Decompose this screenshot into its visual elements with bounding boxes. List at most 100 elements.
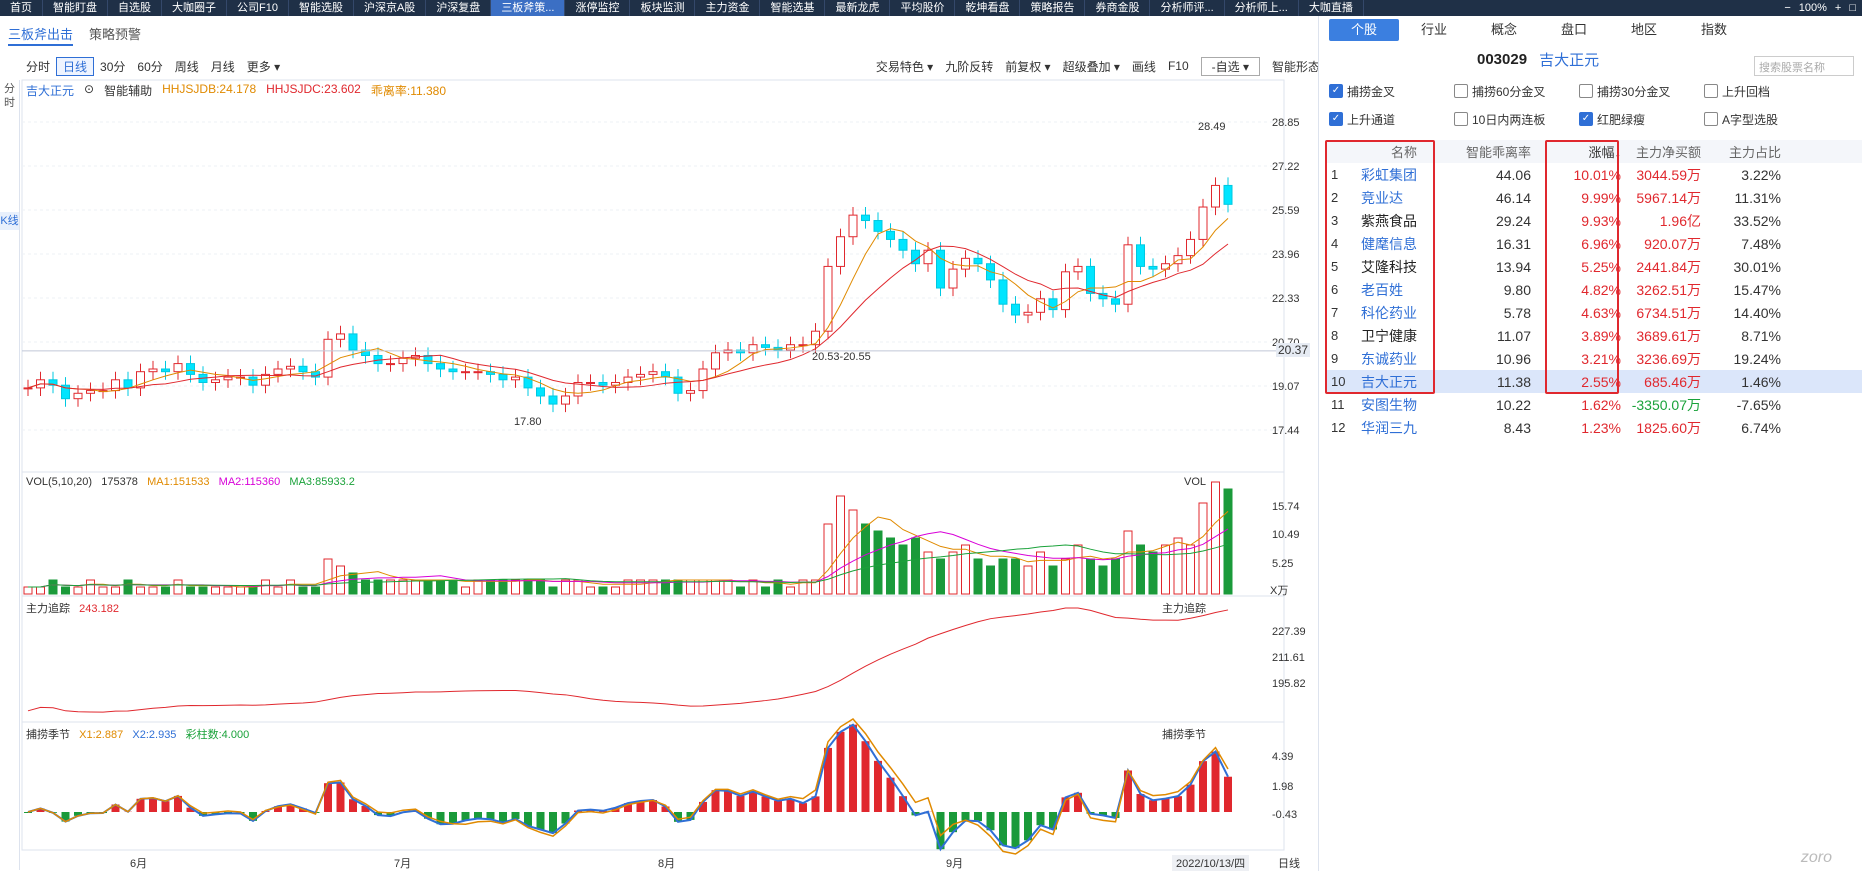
window-controls[interactable]: −100% + □ (1778, 0, 1862, 16)
volume-bar (1148, 551, 1158, 595)
season-bar (1174, 796, 1182, 812)
volume-bar (1036, 551, 1045, 595)
season-bar (161, 801, 170, 812)
season-bar (749, 791, 757, 812)
volume-bar (598, 586, 608, 595)
candle-body (1023, 311, 1033, 316)
high-price-label: 28.49 (1198, 121, 1226, 133)
stock-name-label: 吉大正元 (26, 84, 75, 98)
volume-bar (48, 579, 58, 595)
filter-item[interactable]: 捕捞30分金叉 (1579, 80, 1704, 102)
plus-icon[interactable]: + (1835, 0, 1841, 16)
volume-bar (86, 579, 95, 595)
volume-bar (1061, 558, 1070, 595)
candle-body (711, 352, 720, 370)
checkbox-icon[interactable]: ✓ (1329, 84, 1343, 98)
stock-search-input[interactable]: 搜索股票名称 (1754, 56, 1854, 76)
right-tab[interactable]: 行业 (1399, 19, 1469, 41)
filter-item[interactable]: ✓ 上升通道 (1329, 108, 1454, 130)
volume-bar (1073, 544, 1083, 595)
table-row[interactable]: 11 安图生物 10.22 1.62% -3350.07万 -7.65% (1325, 393, 1862, 416)
season-tag: 捕捞季节 (1162, 729, 1206, 741)
checkbox-icon[interactable]: ✓ (1579, 112, 1593, 126)
filter-item[interactable]: 10日内两连板 (1454, 108, 1579, 130)
name-column-highlight (1325, 140, 1435, 394)
kline-y-tick: 27.22 (1272, 161, 1300, 173)
season-x2: X2:2.935 (132, 729, 177, 741)
filter-item[interactable]: A字型选股 (1704, 108, 1829, 130)
volume-bar (423, 579, 433, 595)
kline-y-tick: 28.85 (1272, 117, 1300, 129)
hhjsdb-label: HHJSJDB:24.178 (162, 82, 257, 96)
volume-bar (486, 579, 495, 595)
season-bar (1136, 794, 1145, 812)
checkbox-icon[interactable] (1579, 84, 1593, 98)
right-tab[interactable]: 概念 (1469, 19, 1539, 41)
stock-name[interactable]: 吉大正元 (1539, 49, 1599, 70)
filter-item[interactable]: 捕捞60分金叉 (1454, 80, 1579, 102)
right-tab[interactable]: 指数 (1679, 19, 1749, 41)
minus-icon[interactable]: − (1784, 0, 1790, 16)
mainforce-y-tick: 227.39 (1272, 626, 1306, 638)
volume-bar (248, 586, 258, 595)
volume-bar (436, 579, 445, 595)
restore-icon[interactable]: □ (1849, 0, 1856, 16)
table-row[interactable]: 12 华润三九 8.43 1.23% 1825.60万 6.74% (1325, 416, 1862, 439)
volume-bar (123, 579, 133, 595)
checkbox-icon[interactable] (1704, 84, 1718, 98)
vol-ma1: MA1:151533 (147, 476, 210, 488)
volume-bar (1223, 488, 1233, 595)
volume-bar (348, 572, 358, 595)
volume-bar (848, 509, 858, 595)
candle-body (286, 365, 295, 370)
season-bar (536, 812, 545, 830)
candle-body (248, 376, 258, 386)
volume-bar (61, 586, 70, 595)
candle-body (348, 333, 358, 351)
checkbox-icon[interactable]: ✓ (1329, 112, 1343, 126)
volume-bar (273, 586, 283, 595)
volume-bar (511, 579, 520, 595)
volume-bar (136, 586, 145, 595)
volume-bar (161, 586, 170, 595)
dropdown-icon[interactable]: ⊙ (84, 82, 94, 99)
filter-item[interactable]: ✓ 红肥绿瘦 (1579, 108, 1704, 130)
season-bar (874, 760, 882, 812)
volume-bar (548, 586, 558, 595)
filter-item[interactable]: 上升回档 (1704, 80, 1829, 102)
volume-bar (73, 586, 83, 595)
candle-body (836, 236, 845, 267)
assist-label[interactable]: 智能辅助 (104, 82, 152, 99)
period-label: 日线 (1278, 858, 1300, 870)
candle-body (336, 333, 345, 340)
range-label: 20.53-20.55 (812, 351, 871, 363)
candle-body (386, 363, 395, 366)
checkbox-icon[interactable] (1454, 112, 1468, 126)
season-x2-line (27, 723, 1229, 852)
volume-bar (23, 586, 33, 595)
filter-item[interactable]: ✓ 捕捞金叉 (1329, 80, 1454, 102)
hhjsdc-label: HHJSJDC:23.602 (266, 82, 361, 96)
volume-bar (586, 586, 595, 595)
kline-y-tick: 19.07 (1272, 381, 1300, 393)
season-bar (974, 812, 982, 822)
season-bars: 彩柱数:4.000 (185, 729, 250, 741)
volume-bar (98, 586, 108, 595)
volume-bar (223, 586, 233, 595)
candle-body (161, 368, 170, 373)
checkbox-icon[interactable] (1704, 112, 1718, 126)
candle-body (898, 238, 908, 251)
season-bar (899, 796, 907, 812)
volume-bar (1098, 565, 1108, 595)
checkbox-icon[interactable] (1454, 84, 1468, 98)
volume-bar (1048, 565, 1058, 595)
vol-ma3: MA3:85933.2 (289, 476, 355, 488)
right-tab[interactable]: 个股 (1329, 19, 1399, 41)
right-tab[interactable]: 地区 (1609, 19, 1679, 41)
volume-bar (561, 579, 570, 595)
volume-bar (398, 579, 408, 595)
season-bar (761, 796, 770, 812)
right-tab[interactable]: 盘口 (1539, 19, 1609, 41)
season-bar (1011, 812, 1020, 849)
candle-body (523, 376, 533, 389)
